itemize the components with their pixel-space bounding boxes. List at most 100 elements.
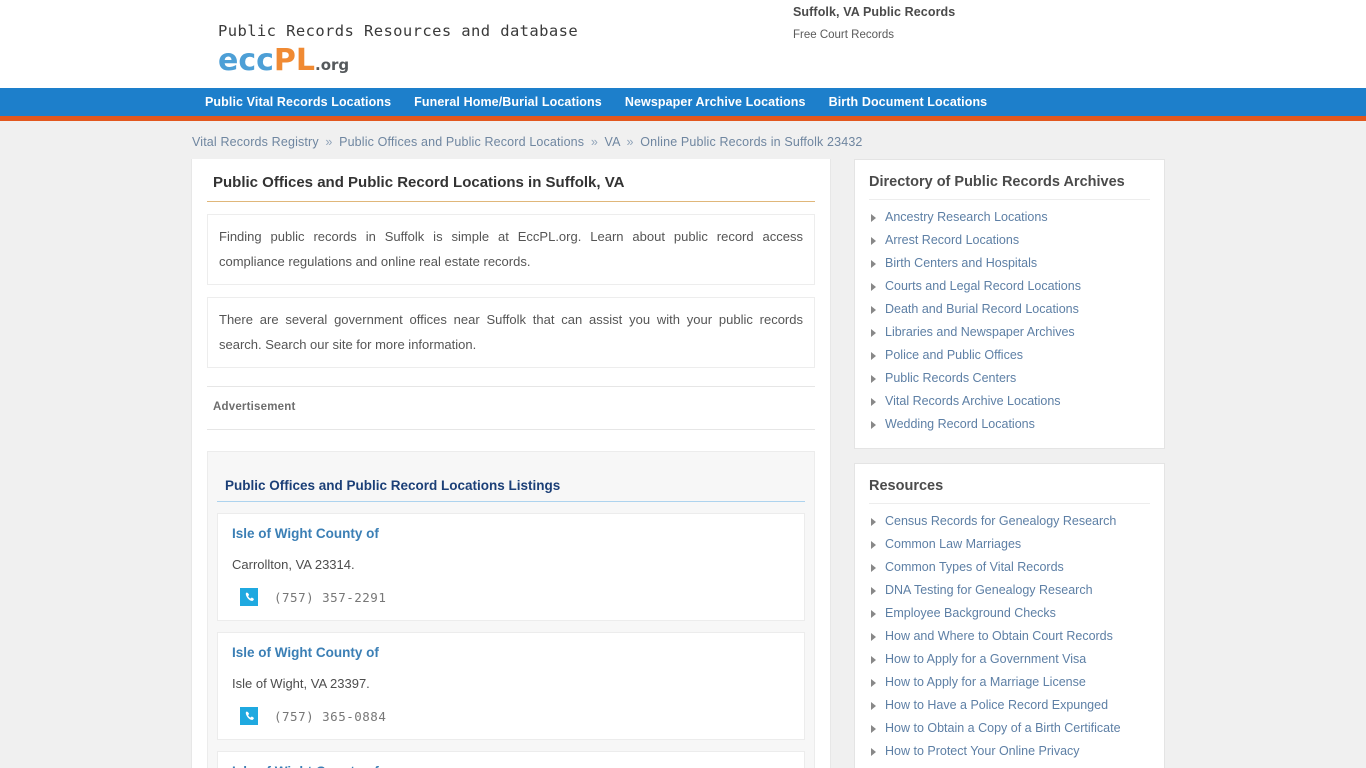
- intro-paragraph-2: There are several government offices nea…: [207, 297, 815, 368]
- arrow-right-icon: [871, 213, 876, 222]
- sidebar-link-census-records[interactable]: Census Records for Genealogy Research: [885, 512, 1116, 531]
- sidebar-list-item[interactable]: Birth Centers and Hospitals: [869, 252, 1150, 275]
- sidebar-list-item[interactable]: How to Protect Your Online Privacy: [869, 740, 1150, 763]
- sidebar: Directory of Public Records Archives Anc…: [854, 159, 1165, 768]
- sidebar-link-wedding-record-locations[interactable]: Wedding Record Locations: [885, 415, 1035, 434]
- nav-item-funeral-burial[interactable]: Funeral Home/Burial Locations: [414, 95, 602, 109]
- sidebar-list-item[interactable]: DNA Testing for Genealogy Research: [869, 579, 1150, 602]
- listing-name[interactable]: Isle of Wight County of: [232, 764, 790, 768]
- sidebar-link-common-law-marriages[interactable]: Common Law Marriages: [885, 535, 1021, 554]
- arrow-right-icon: [871, 282, 876, 291]
- arrow-right-icon: [871, 305, 876, 314]
- intro-paragraph-1: Finding public records in Suffolk is sim…: [207, 214, 815, 285]
- listing-phone-row: (757) 357-2291: [232, 588, 790, 606]
- arrow-right-icon: [871, 563, 876, 572]
- advertisement-label: Advertisement: [213, 401, 296, 413]
- listing-phone-number[interactable]: (757) 365-0884: [274, 709, 386, 724]
- sidebar-link-marriage-license[interactable]: How to Apply for a Marriage License: [885, 673, 1086, 692]
- sidebar-link-list: Ancestry Research Locations Arrest Recor…: [869, 206, 1150, 436]
- arrow-right-icon: [871, 678, 876, 687]
- sidebar-list-item[interactable]: How to Apply for a Marriage License: [869, 671, 1150, 694]
- breadcrumb-item-current[interactable]: Online Public Records in Suffolk 23432: [640, 135, 862, 149]
- sidebar-list-item[interactable]: Common Types of Vital Records: [869, 556, 1150, 579]
- sidebar-link-employee-background-checks[interactable]: Employee Background Checks: [885, 604, 1056, 623]
- listing-address: Carrollton, VA 23314.: [232, 557, 355, 572]
- sidebar-link-vital-records-archive-locations[interactable]: Vital Records Archive Locations: [885, 392, 1061, 411]
- logo-part-org: .org: [315, 56, 350, 74]
- sidebar-link-public-records-centers[interactable]: Public Records Centers: [885, 369, 1016, 388]
- breadcrumb-separator: »: [590, 135, 598, 149]
- listing-item[interactable]: Isle of Wight County of Isle of Wight, V…: [217, 751, 805, 768]
- listing-name[interactable]: Isle of Wight County of: [232, 645, 790, 660]
- sidebar-link-ancestry-research-locations[interactable]: Ancestry Research Locations: [885, 208, 1048, 227]
- arrow-right-icon: [871, 397, 876, 406]
- sidebar-list-item[interactable]: How to Obtain a Copy of a Birth Certific…: [869, 717, 1150, 740]
- breadcrumb-item-va[interactable]: VA: [605, 135, 620, 149]
- breadcrumb-item-public-offices[interactable]: Public Offices and Public Record Locatio…: [339, 135, 584, 149]
- sidebar-link-birth-centers-and-hospitals[interactable]: Birth Centers and Hospitals: [885, 254, 1037, 273]
- arrow-right-icon: [871, 609, 876, 618]
- sidebar-link-police-and-public-offices[interactable]: Police and Public Offices: [885, 346, 1023, 365]
- sidebar-list-item[interactable]: Courts and Legal Record Locations: [869, 275, 1150, 298]
- brand-block[interactable]: Public Records Resources and database ec…: [218, 22, 578, 76]
- site-header: Public Records Resources and database ec…: [0, 0, 1366, 88]
- arrow-right-icon: [871, 632, 876, 641]
- sidebar-link-online-privacy[interactable]: How to Protect Your Online Privacy: [885, 742, 1080, 761]
- logo-part-ecc: ecc: [218, 43, 274, 78]
- arrow-right-icon: [871, 328, 876, 337]
- sidebar-list-item[interactable]: Police and Public Offices: [869, 344, 1150, 367]
- site-logo[interactable]: eccPL.org: [218, 46, 578, 76]
- breadcrumb-item-registry[interactable]: Vital Records Registry: [192, 135, 319, 149]
- sidebar-list-item[interactable]: Vital Records Archive Locations: [869, 390, 1150, 413]
- listing-item[interactable]: Isle of Wight County of Isle of Wight, V…: [217, 632, 805, 740]
- nav-item-vital-records[interactable]: Public Vital Records Locations: [205, 95, 391, 109]
- arrow-right-icon: [871, 351, 876, 360]
- sidebar-section-resources: Resources Census Records for Genealogy R…: [854, 463, 1165, 768]
- sidebar-link-obtain-court-records[interactable]: How and Where to Obtain Court Records: [885, 627, 1113, 646]
- sidebar-link-arrest-record-locations[interactable]: Arrest Record Locations: [885, 231, 1019, 250]
- phone-icon: [240, 707, 258, 725]
- listing-item[interactable]: Isle of Wight County of Carrollton, VA 2…: [217, 513, 805, 621]
- sidebar-list-item[interactable]: Ancestry Research Locations: [869, 206, 1150, 229]
- sidebar-link-libraries-and-newspaper-archives[interactable]: Libraries and Newspaper Archives: [885, 323, 1075, 342]
- sidebar-list-item[interactable]: Libraries and Newspaper Archives: [869, 321, 1150, 344]
- sidebar-list-item[interactable]: Wedding Record Locations: [869, 413, 1150, 436]
- sidebar-section-title: Directory of Public Records Archives: [869, 170, 1150, 200]
- arrow-right-icon: [871, 724, 876, 733]
- sidebar-list-item[interactable]: Death and Burial Record Locations: [869, 298, 1150, 321]
- sidebar-link-police-record-expunged[interactable]: How to Have a Police Record Expunged: [885, 696, 1108, 715]
- sidebar-list-item[interactable]: How and Where to Obtain Court Records: [869, 625, 1150, 648]
- sidebar-list-item[interactable]: Employee Background Checks: [869, 602, 1150, 625]
- nav-item-birth-document[interactable]: Birth Document Locations: [829, 95, 988, 109]
- main-content: Public Offices and Public Record Locatio…: [191, 159, 831, 768]
- arrow-right-icon: [871, 236, 876, 245]
- sidebar-link-common-types-of-vital-records[interactable]: Common Types of Vital Records: [885, 558, 1064, 577]
- arrow-right-icon: [871, 747, 876, 756]
- listings-panel: Public Offices and Public Record Locatio…: [207, 451, 815, 768]
- listing-address: Isle of Wight, VA 23397.: [232, 676, 370, 691]
- nav-item-newspaper-archive[interactable]: Newspaper Archive Locations: [625, 95, 806, 109]
- sidebar-link-birth-certificate-copy[interactable]: How to Obtain a Copy of a Birth Certific…: [885, 719, 1121, 738]
- sidebar-list-item[interactable]: Census Records for Genealogy Research: [869, 510, 1150, 533]
- listing-phone-row: (757) 365-0884: [232, 707, 790, 725]
- sidebar-link-government-visa[interactable]: How to Apply for a Government Visa: [885, 650, 1086, 669]
- sidebar-link-courts-and-legal-record-locations[interactable]: Courts and Legal Record Locations: [885, 277, 1081, 296]
- advertisement-slot: Advertisement: [207, 386, 815, 430]
- header-location-subtitle: Free Court Records: [793, 29, 894, 41]
- sidebar-link-death-and-burial-record-locations[interactable]: Death and Burial Record Locations: [885, 300, 1079, 319]
- listings-section-title: Public Offices and Public Record Locatio…: [217, 478, 805, 502]
- listing-name[interactable]: Isle of Wight County of: [232, 526, 790, 541]
- logo-part-pl: PL: [273, 43, 316, 78]
- phone-icon: [240, 588, 258, 606]
- sidebar-list-item[interactable]: Common Law Marriages: [869, 533, 1150, 556]
- arrow-right-icon: [871, 655, 876, 664]
- sidebar-link-dna-testing[interactable]: DNA Testing for Genealogy Research: [885, 581, 1093, 600]
- site-tagline: Public Records Resources and database: [218, 22, 579, 40]
- arrow-right-icon: [871, 701, 876, 710]
- listing-phone-number[interactable]: (757) 357-2291: [274, 590, 386, 605]
- sidebar-list-item[interactable]: How to Have a Police Record Expunged: [869, 694, 1150, 717]
- sidebar-list-item[interactable]: Public Records Centers: [869, 367, 1150, 390]
- sidebar-list-item[interactable]: Arrest Record Locations: [869, 229, 1150, 252]
- breadcrumb: Vital Records Registry » Public Offices …: [0, 121, 1366, 149]
- sidebar-list-item[interactable]: How to Apply for a Government Visa: [869, 648, 1150, 671]
